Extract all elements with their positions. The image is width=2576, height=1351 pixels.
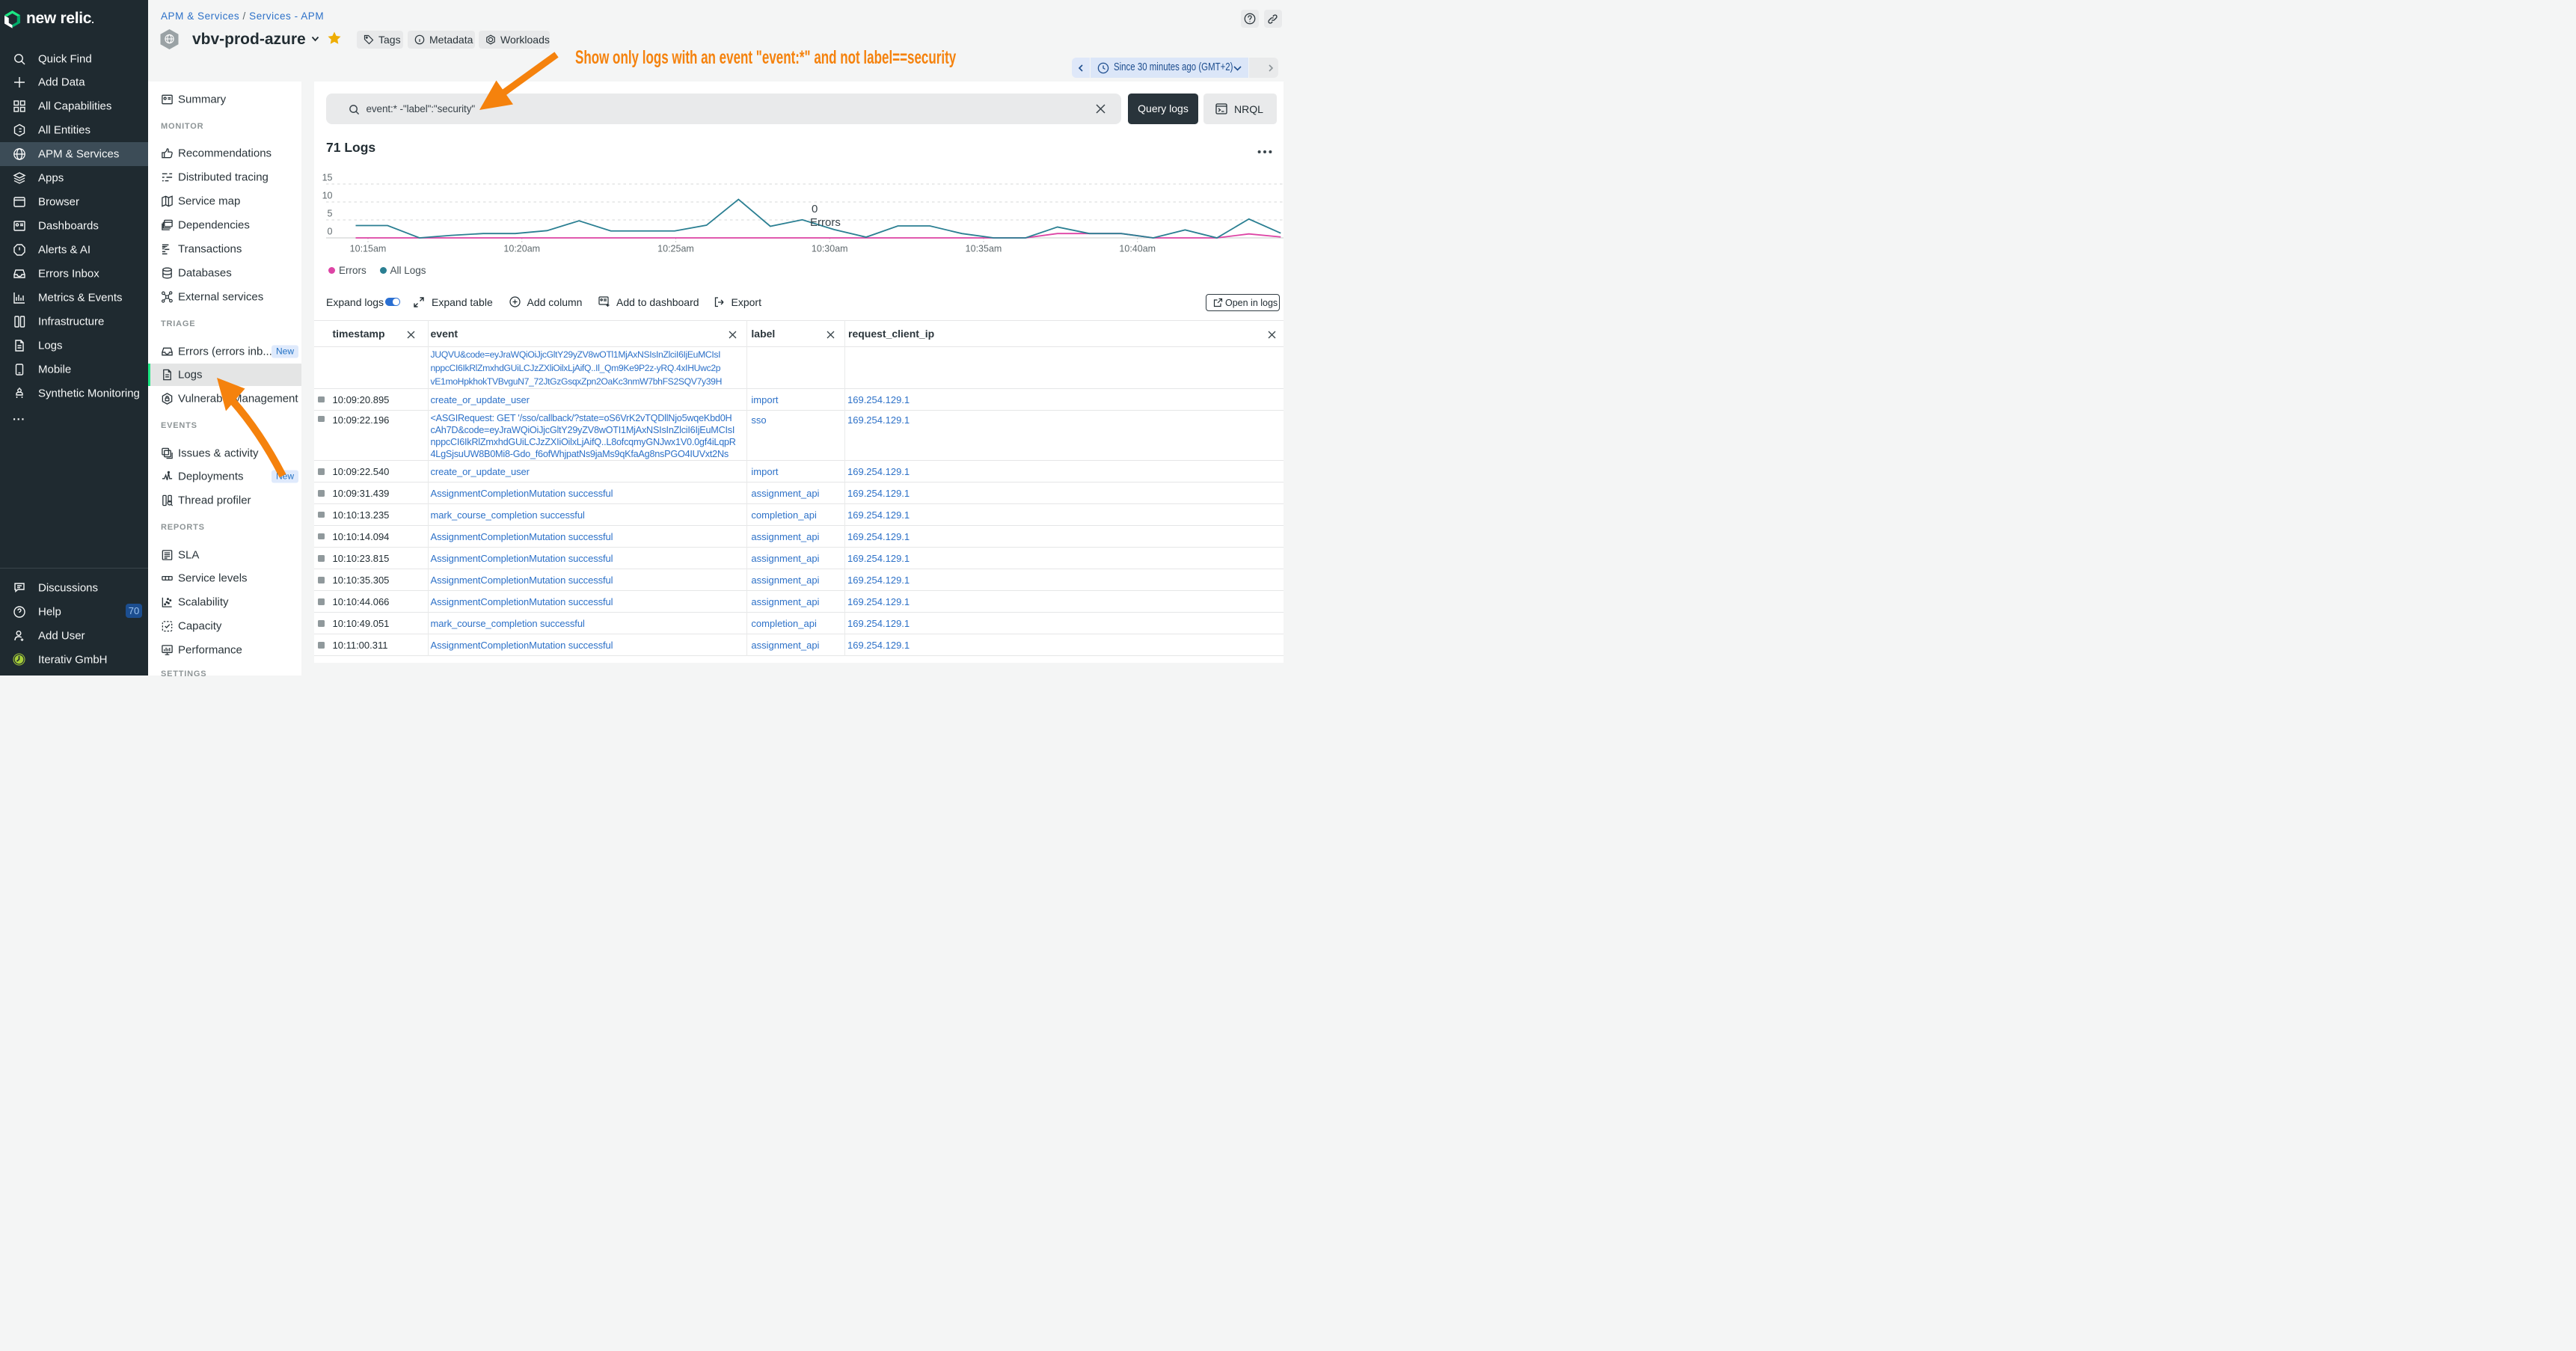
svg-text:10: 10 [322, 191, 333, 201]
svg-text:10:15am: 10:15am [350, 244, 387, 254]
svg-text:10:40am: 10:40am [1119, 244, 1156, 254]
svg-text:Errors: Errors [810, 216, 841, 229]
svg-text:10:25am: 10:25am [657, 244, 694, 254]
svg-text:0: 0 [812, 203, 818, 215]
svg-text:10:30am: 10:30am [812, 244, 848, 254]
svg-text:0: 0 [328, 227, 333, 237]
svg-text:10:20am: 10:20am [503, 244, 540, 254]
svg-text:15: 15 [322, 173, 333, 183]
svg-text:5: 5 [328, 209, 333, 219]
svg-text:10:35am: 10:35am [966, 244, 1002, 254]
